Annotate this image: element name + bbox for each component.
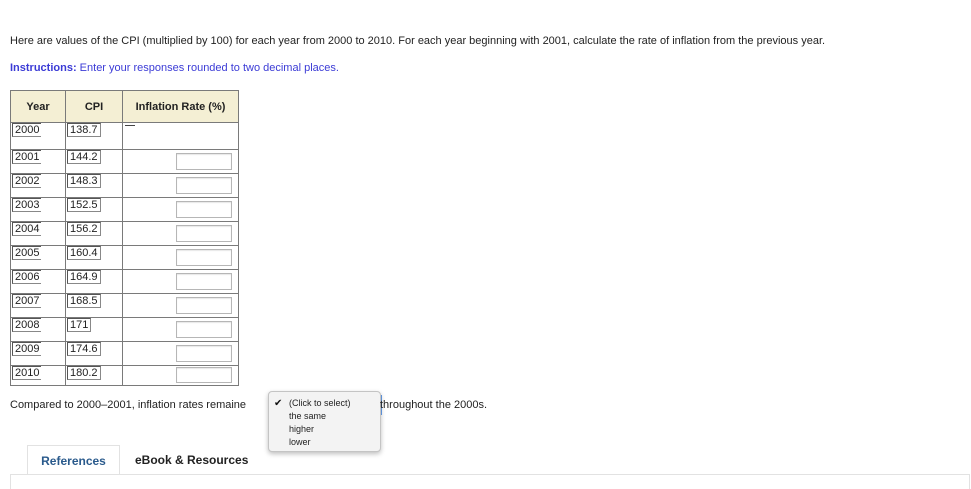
- table-row: 2002 148.3: [10, 173, 239, 198]
- cpi-value: 148.3: [67, 174, 101, 188]
- cpi-cell: 156.2: [65, 221, 123, 246]
- cpi-cell: 152.5: [65, 197, 123, 222]
- cpi-value: 168.5: [67, 294, 101, 308]
- dropdown-option-higher[interactable]: higher: [289, 424, 314, 434]
- cpi-cell: 138.7: [65, 122, 123, 150]
- table-row: 2009 174.6: [10, 341, 239, 366]
- year-value: 2005: [12, 246, 42, 260]
- cpi-value: 152.5: [67, 198, 101, 212]
- year-value: 2000: [12, 123, 42, 137]
- cpi-cell: 144.2: [65, 149, 123, 174]
- cpi-value: 174.6: [67, 342, 101, 356]
- year-cell: 2008: [10, 317, 66, 342]
- table-row: 2006 164.9: [10, 269, 239, 294]
- inflation-rate-cell: [122, 122, 239, 150]
- cpi-value: 164.9: [67, 270, 101, 284]
- tab-panel: [10, 474, 970, 489]
- inflation-rate-cell: [122, 341, 239, 366]
- header-inflation-rate: Inflation Rate (%): [122, 90, 239, 123]
- cpi-value: 180.2: [67, 366, 101, 380]
- inflation-rate-input-2009[interactable]: [176, 345, 232, 362]
- year-value: 2004: [12, 222, 42, 236]
- cpi-value: 171: [67, 318, 92, 332]
- inflation-rate-input-2007[interactable]: [176, 297, 232, 314]
- inflation-rate-input-2003[interactable]: [176, 201, 232, 218]
- inflation-rate-cell: [122, 221, 239, 246]
- cpi-table: Year CPI Inflation Rate (%) 2000 138.7 200…: [10, 90, 239, 386]
- table-row: 2010 180.2: [10, 365, 239, 386]
- cpi-cell: 164.9: [65, 269, 123, 294]
- year-value: 2002: [12, 174, 42, 188]
- year-cell: 2001: [10, 149, 66, 174]
- table-row: 2000 138.7: [10, 122, 239, 150]
- inflation-rate-input-2010[interactable]: [176, 367, 232, 383]
- year-value: 2010: [12, 366, 42, 380]
- table-header-row: Year CPI Inflation Rate (%): [10, 90, 239, 123]
- dropdown-option-click-to-select[interactable]: (Click to select): [289, 398, 351, 408]
- table-row: 2008 171: [10, 317, 239, 342]
- year-cell: 2003: [10, 197, 66, 222]
- instructions-text: Enter your responses rounded to two deci…: [76, 62, 339, 74]
- dash-placeholder: [125, 125, 135, 126]
- year-cell: 2000: [10, 122, 66, 150]
- cpi-cell: 148.3: [65, 173, 123, 198]
- year-value: 2003: [12, 198, 42, 212]
- tab-ebook-resources[interactable]: eBook & Resources: [135, 445, 248, 475]
- dropdown-option-lower[interactable]: lower: [289, 437, 311, 447]
- instructions: Instructions: Enter your responses round…: [10, 62, 339, 74]
- cpi-cell: 160.4: [65, 245, 123, 270]
- inflation-rate-cell: [122, 269, 239, 294]
- tab-references[interactable]: References: [27, 445, 120, 475]
- year-cell: 2004: [10, 221, 66, 246]
- inflation-rate-cell: [122, 149, 239, 174]
- inflation-rate-input-2006[interactable]: [176, 273, 232, 290]
- inflation-rate-cell: [122, 293, 239, 318]
- header-year: Year: [10, 90, 66, 123]
- inflation-rate-cell: [122, 245, 239, 270]
- inflation-rate-cell: [122, 365, 239, 386]
- instructions-label: Instructions:: [10, 62, 77, 74]
- cpi-cell: 168.5: [65, 293, 123, 318]
- cpi-cell: 180.2: [65, 365, 123, 386]
- cpi-cell: 174.6: [65, 341, 123, 366]
- cpi-cell: 171: [65, 317, 123, 342]
- sentence-before: Compared to 2000–2001, inflation rates r…: [10, 399, 247, 411]
- sentence-after: throughout the 2000s.: [380, 399, 488, 411]
- year-value: 2001: [12, 150, 42, 164]
- table-row: 2005 160.4: [10, 245, 239, 270]
- year-value: 2006: [12, 270, 42, 284]
- table-row: 2003 152.5: [10, 197, 239, 222]
- table-row: 2001 144.2: [10, 149, 239, 174]
- header-cpi: CPI: [65, 90, 123, 123]
- year-cell: 2002: [10, 173, 66, 198]
- year-value: 2007: [12, 294, 42, 308]
- inflation-rate-input-2001[interactable]: [176, 153, 232, 170]
- inflation-rate-input-2004[interactable]: [176, 225, 232, 242]
- year-cell: 2010: [10, 365, 66, 386]
- year-value: 2008: [12, 318, 42, 332]
- year-cell: 2005: [10, 245, 66, 270]
- table-row: 2007 168.5: [10, 293, 239, 318]
- cpi-value: 144.2: [67, 150, 101, 164]
- inflation-rate-cell: [122, 317, 239, 342]
- cpi-value: 156.2: [67, 222, 101, 236]
- inflation-rate-input-2002[interactable]: [176, 177, 232, 194]
- inflation-rate-cell: [122, 197, 239, 222]
- year-cell: 2006: [10, 269, 66, 294]
- dropdown-option-the-same[interactable]: the same: [289, 411, 326, 421]
- inflation-rate-cell: [122, 173, 239, 198]
- year-cell: 2007: [10, 293, 66, 318]
- cpi-value: 160.4: [67, 246, 101, 260]
- year-cell: 2009: [10, 341, 66, 366]
- checkmark-icon: ✔: [274, 398, 283, 409]
- year-value: 2009: [12, 342, 42, 356]
- question-text: Here are values of the CPI (multiplied b…: [10, 35, 826, 47]
- inflation-rate-input-2008[interactable]: [176, 321, 232, 338]
- inflation-rate-input-2005[interactable]: [176, 249, 232, 266]
- inflation-comparison-dropdown[interactable]: ✔ (Click to select) the same higher lowe…: [268, 391, 381, 452]
- cpi-value: 138.7: [67, 123, 101, 137]
- table-row: 2004 156.2: [10, 221, 239, 246]
